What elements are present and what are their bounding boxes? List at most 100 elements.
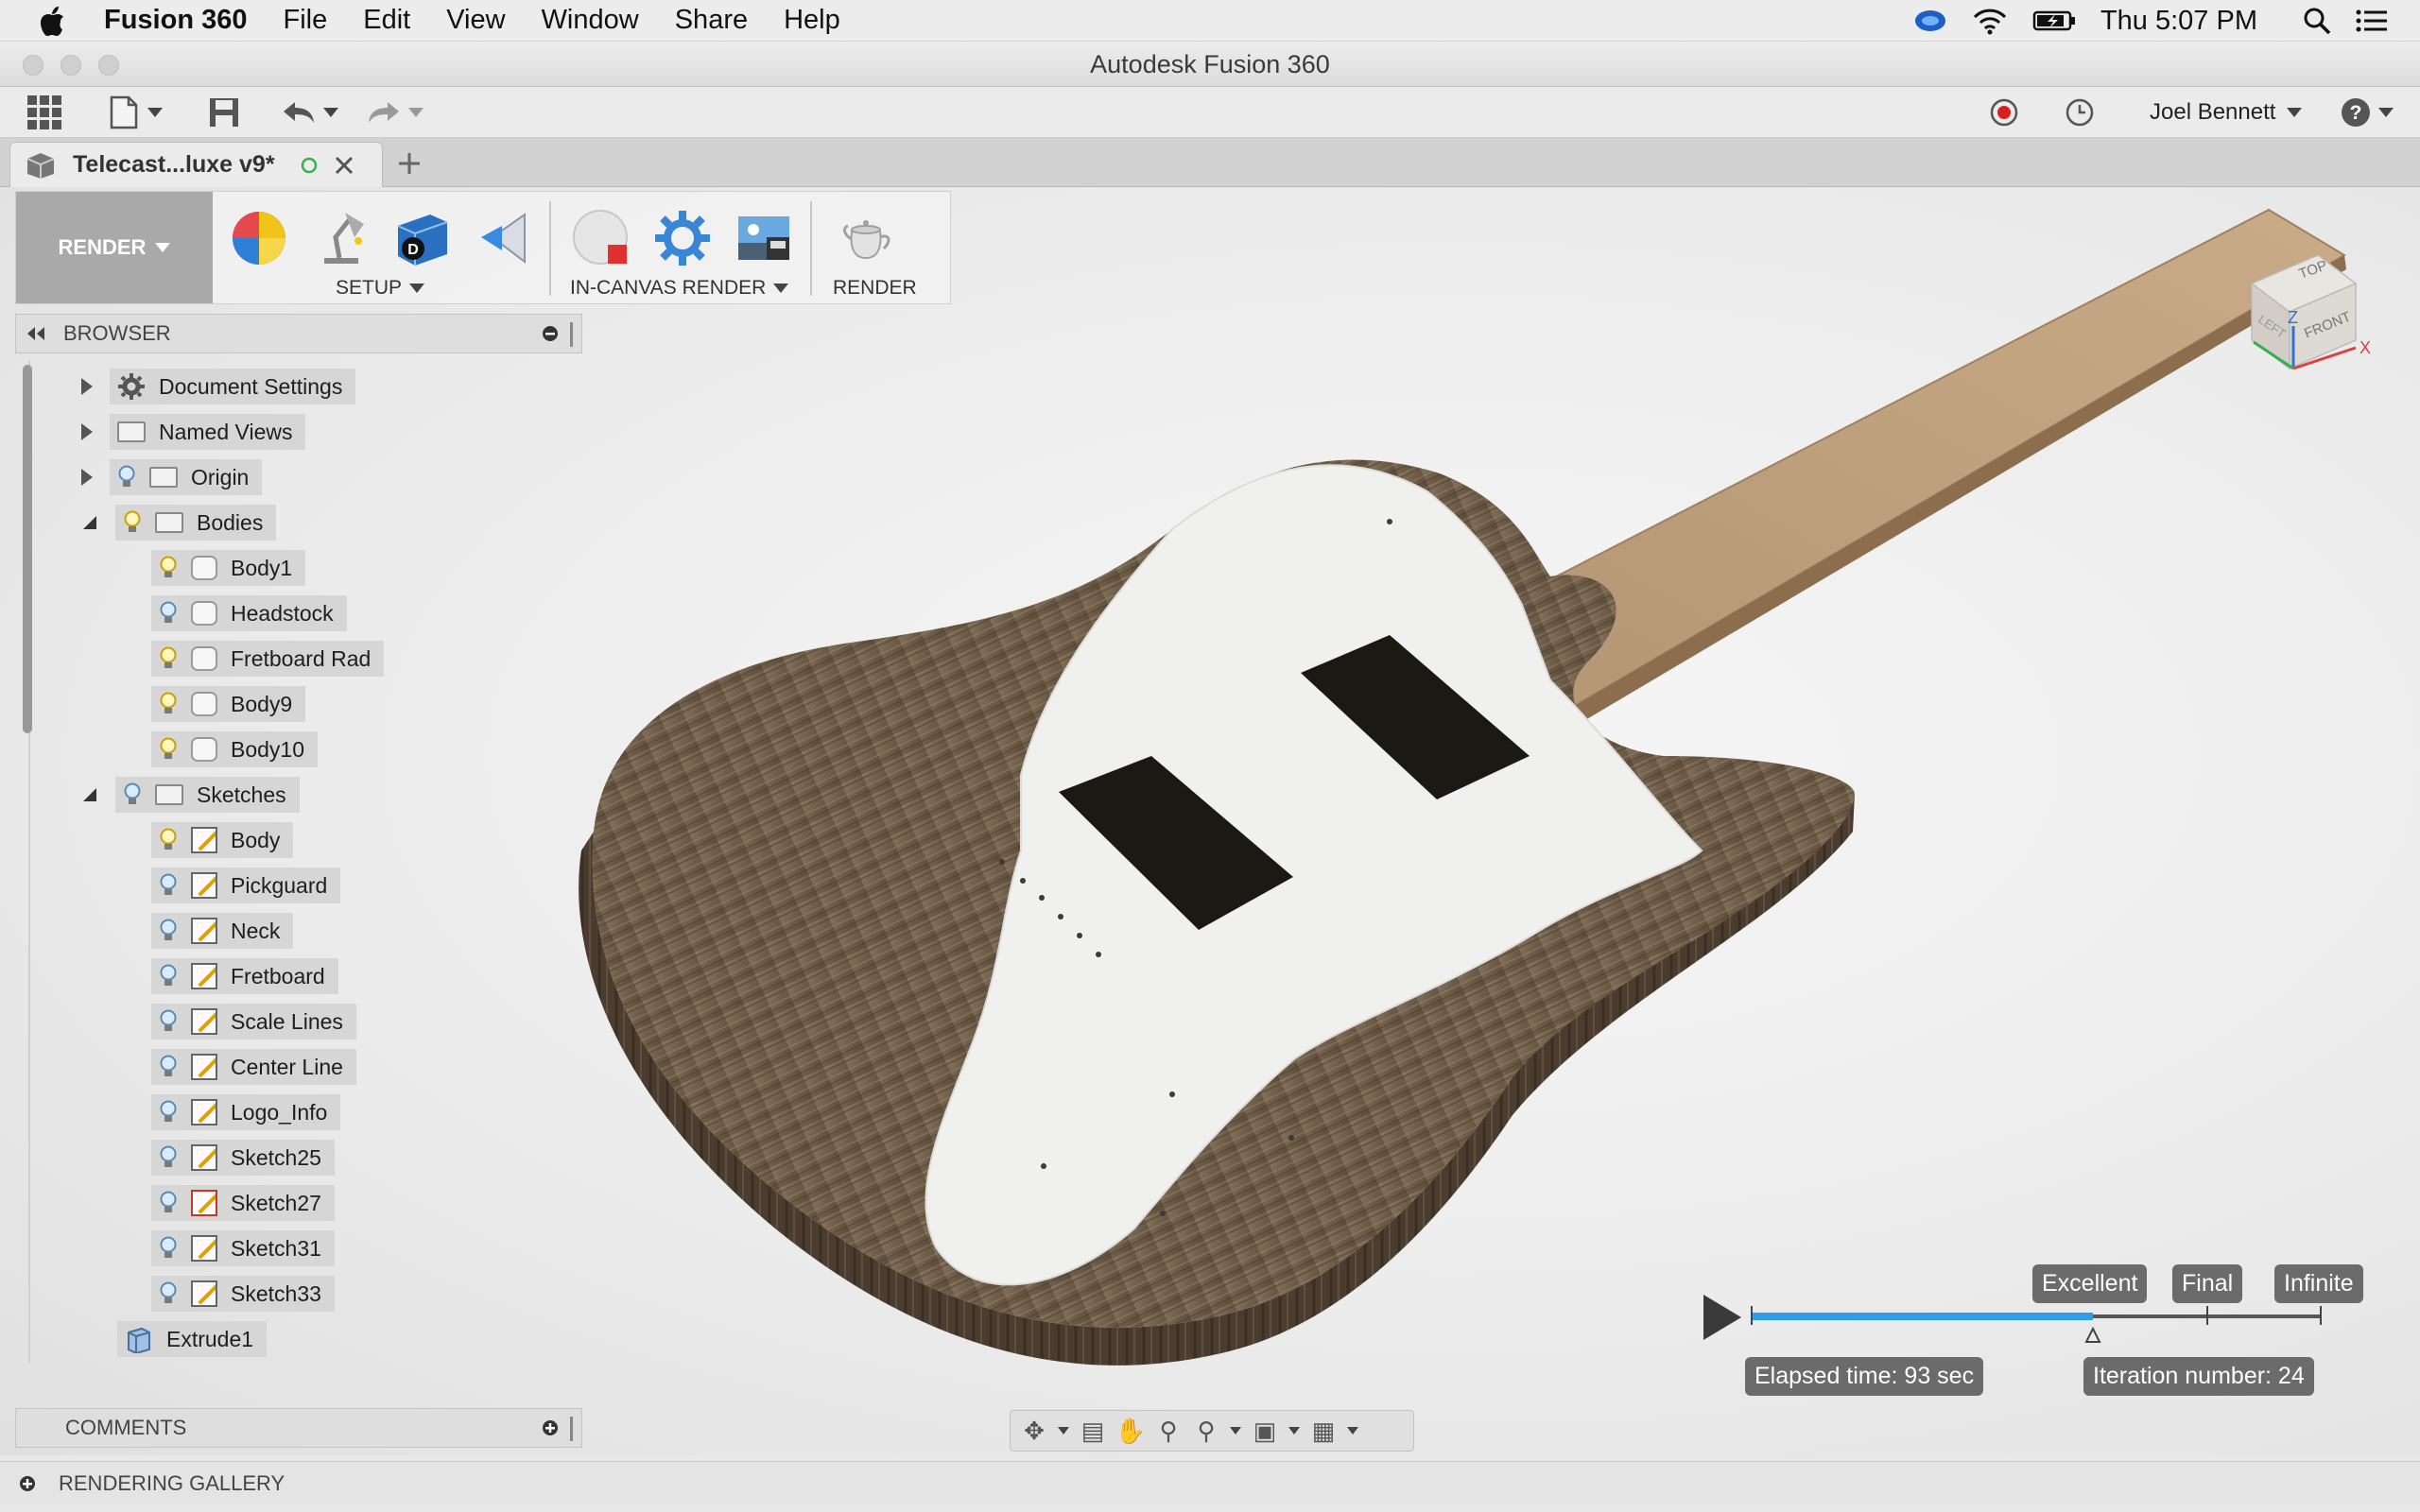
menu-edit[interactable]: Edit	[363, 5, 410, 36]
visibility-bulb-icon[interactable]	[159, 828, 178, 852]
tree-node-document-settings[interactable]: Document Settings	[81, 369, 356, 404]
menu-help[interactable]: Help	[784, 5, 840, 36]
tree-node-body9[interactable]: Body9	[151, 686, 306, 722]
sync-icon[interactable]	[1913, 8, 1947, 34]
menubar-clock[interactable]: Thu 5:07 PM	[2100, 6, 2257, 37]
file-menu-button[interactable]	[110, 94, 163, 130]
tree-node-sketch-pickguard[interactable]: Pickguard	[151, 868, 341, 903]
tree-node-sketch-logo-info[interactable]: Logo_Info	[151, 1094, 341, 1130]
quality-final-marker[interactable]: Final	[2172, 1264, 2243, 1303]
rendering-gallery-bar[interactable]: RENDERING GALLERY	[0, 1461, 2420, 1504]
menu-file[interactable]: File	[284, 5, 328, 36]
play-render-button[interactable]	[1703, 1295, 1741, 1340]
collapse-panel-icon[interactable]	[26, 326, 46, 341]
workspace-switcher[interactable]: RENDER	[16, 192, 213, 303]
chevron-down-icon[interactable]	[1058, 1427, 1069, 1435]
visibility-bulb-icon[interactable]	[159, 1145, 178, 1170]
minimize-panel-icon[interactable]	[542, 325, 559, 342]
tree-node-sketch27[interactable]: Sketch27	[151, 1185, 335, 1221]
expand-panel-icon[interactable]	[19, 1475, 36, 1492]
comments-panel-header[interactable]: COMMENTS	[15, 1408, 582, 1448]
visibility-bulb-icon[interactable]	[159, 646, 178, 671]
collapse-arrow-icon[interactable]	[81, 786, 98, 803]
visibility-bulb-icon[interactable]	[159, 1281, 178, 1306]
tree-node-sketch25[interactable]: Sketch25	[151, 1140, 335, 1176]
visibility-bulb-icon[interactable]	[159, 873, 178, 898]
capture-image-icon[interactable]	[735, 209, 793, 267]
look-at-icon[interactable]: ▤	[1079, 1417, 1107, 1445]
notification-center-icon[interactable]	[2356, 9, 2388, 33]
decal-icon[interactable]	[474, 209, 532, 267]
minimize-window-button[interactable]	[60, 55, 81, 76]
display-settings-icon[interactable]: ▣	[1251, 1417, 1279, 1445]
collapse-arrow-icon[interactable]	[81, 514, 98, 531]
in-canvas-render-icon[interactable]	[572, 209, 631, 267]
new-tab-button[interactable]	[397, 151, 422, 176]
render-progress-track[interactable]	[1751, 1313, 2322, 1320]
quality-infinite-marker[interactable]: Infinite	[2274, 1264, 2363, 1303]
orbit-icon[interactable]: ✥	[1020, 1417, 1048, 1445]
visibility-bulb-icon[interactable]	[159, 1236, 178, 1261]
expand-panel-icon[interactable]	[542, 1419, 559, 1436]
battery-icon[interactable]	[2032, 9, 2076, 33]
texture-map-icon[interactable]: D	[392, 209, 451, 267]
tree-node-sketch-neck[interactable]: Neck	[151, 913, 294, 949]
in-canvas-render-group-label[interactable]: IN-CANVAS RENDER	[570, 277, 789, 300]
render-group-label[interactable]: RENDER	[833, 277, 917, 300]
tree-node-body1[interactable]: Body1	[151, 550, 306, 586]
grid-settings-icon[interactable]: ▦	[1309, 1417, 1338, 1445]
expand-arrow-icon[interactable]	[81, 378, 93, 395]
undo-button[interactable]	[282, 94, 338, 130]
browser-scrollbar[interactable]	[23, 365, 32, 733]
render-settings-icon[interactable]	[653, 209, 712, 267]
visibility-bulb-icon[interactable]	[123, 782, 142, 807]
apple-icon[interactable]	[38, 5, 66, 37]
redo-button[interactable]	[367, 94, 424, 130]
menu-view[interactable]: View	[446, 5, 505, 36]
visibility-bulb-icon[interactable]	[159, 601, 178, 626]
tree-node-named-views[interactable]: Named Views	[81, 414, 306, 450]
document-tab[interactable]: Telecast...luxe v9*	[9, 142, 383, 187]
tree-node-sketch33[interactable]: Sketch33	[151, 1276, 335, 1312]
tree-node-extrude1[interactable]: Extrude1	[117, 1321, 268, 1357]
expand-arrow-icon[interactable]	[81, 469, 93, 486]
tree-node-headstock[interactable]: Headstock	[151, 595, 347, 631]
tree-node-sketch-body[interactable]: Body	[151, 822, 294, 858]
tree-node-origin[interactable]: Origin	[81, 459, 263, 495]
job-status-button[interactable]	[2065, 94, 2095, 130]
appearance-icon[interactable]	[230, 209, 288, 267]
panel-resize-handle[interactable]	[570, 322, 573, 347]
menu-window[interactable]: Window	[542, 5, 639, 36]
render-teapot-icon[interactable]	[837, 209, 895, 267]
close-icon[interactable]	[334, 155, 354, 176]
visibility-bulb-icon[interactable]	[117, 465, 136, 490]
menu-share[interactable]: Share	[675, 5, 748, 36]
setup-group-label[interactable]: SETUP	[336, 277, 425, 300]
visibility-bulb-icon[interactable]	[159, 1191, 178, 1215]
fit-window-icon[interactable]: ⚲	[1192, 1417, 1220, 1445]
user-account-menu[interactable]: Joel Bennett	[2150, 94, 2303, 130]
visibility-bulb-icon[interactable]	[159, 556, 178, 580]
visibility-bulb-icon[interactable]	[123, 510, 142, 535]
app-menu[interactable]: Fusion 360	[104, 5, 248, 36]
chevron-down-icon[interactable]	[1230, 1427, 1241, 1435]
tree-node-body10[interactable]: Body10	[151, 731, 319, 767]
tree-node-sketch-center-line[interactable]: Center Line	[151, 1049, 356, 1085]
panel-resize-handle[interactable]	[570, 1417, 573, 1441]
visibility-bulb-icon[interactable]	[159, 737, 178, 762]
tree-node-bodies[interactable]: Bodies	[81, 505, 277, 541]
tree-node-sketch-scale-lines[interactable]: Scale Lines	[151, 1004, 356, 1040]
chevron-down-icon[interactable]	[1288, 1427, 1300, 1435]
visibility-bulb-icon[interactable]	[159, 1055, 178, 1079]
quality-excellent-marker[interactable]: Excellent	[2032, 1264, 2148, 1303]
zoom-window-button[interactable]	[98, 55, 119, 76]
pan-hand-icon[interactable]: ✋	[1115, 1417, 1146, 1445]
search-icon[interactable]	[2303, 7, 2331, 35]
scene-settings-icon[interactable]	[311, 209, 370, 267]
progress-handle-icon[interactable]	[2084, 1327, 2102, 1344]
record-button[interactable]	[1989, 94, 2019, 130]
tree-node-sketch-fretboard[interactable]: Fretboard	[151, 958, 338, 994]
tree-node-sketches[interactable]: Sketches	[81, 777, 300, 813]
save-button[interactable]	[208, 94, 240, 130]
visibility-bulb-icon[interactable]	[159, 1009, 178, 1034]
